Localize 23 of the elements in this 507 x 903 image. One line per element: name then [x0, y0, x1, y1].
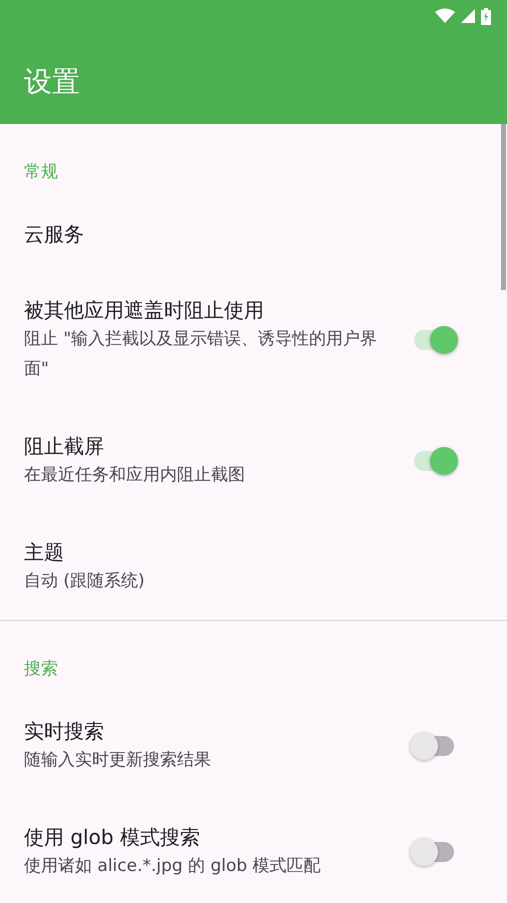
- battery-icon: [481, 8, 491, 24]
- section-header: 常规: [23, 161, 59, 184]
- setting-summary: 在最近任务和应用内阻止截图: [24, 464, 246, 487]
- setting-title: 使用 glob 模式搜索: [24, 824, 201, 851]
- setting-summary: 阻止 "输入拦截以及显示错误、诱导性的用户界面": [24, 328, 378, 381]
- signal-icon: [461, 8, 475, 24]
- screen-title: 设置: [24, 64, 80, 100]
- setting-row[interactable]: 被其他应用遮盖时阻止使用 阻止 "输入拦截以及显示错误、诱导性的用户界面": [0, 272, 507, 408]
- setting-title: 被其他应用遮盖时阻止使用: [24, 297, 265, 324]
- setting-title: 云服务: [24, 221, 85, 248]
- setting-title: 阻止截屏: [24, 433, 105, 460]
- setting-row[interactable]: 阻止截屏 在最近任务和应用内阻止截图: [0, 408, 507, 514]
- setting-row[interactable]: 使用 glob 模式搜索 使用诸如 alice.*.jpg 的 glob 模式匹配: [0, 799, 507, 903]
- setting-title: 实时搜索: [24, 718, 105, 745]
- setting-summary: 随输入实时更新搜索结果: [24, 749, 212, 772]
- setting-row[interactable]: 云服务: [0, 196, 507, 272]
- section-header: 搜索: [23, 658, 59, 681]
- setting-row[interactable]: 主题 自动 (跟随系统): [0, 514, 507, 620]
- setting-summary: 自动 (跟随系统): [24, 570, 146, 593]
- setting-row[interactable]: 实时搜索 随输入实时更新搜索结果: [0, 693, 507, 799]
- setting-summary: 使用诸如 alice.*.jpg 的 glob 模式匹配: [24, 855, 322, 878]
- setting-title: 主题: [24, 539, 65, 566]
- wifi-icon: [435, 8, 455, 24]
